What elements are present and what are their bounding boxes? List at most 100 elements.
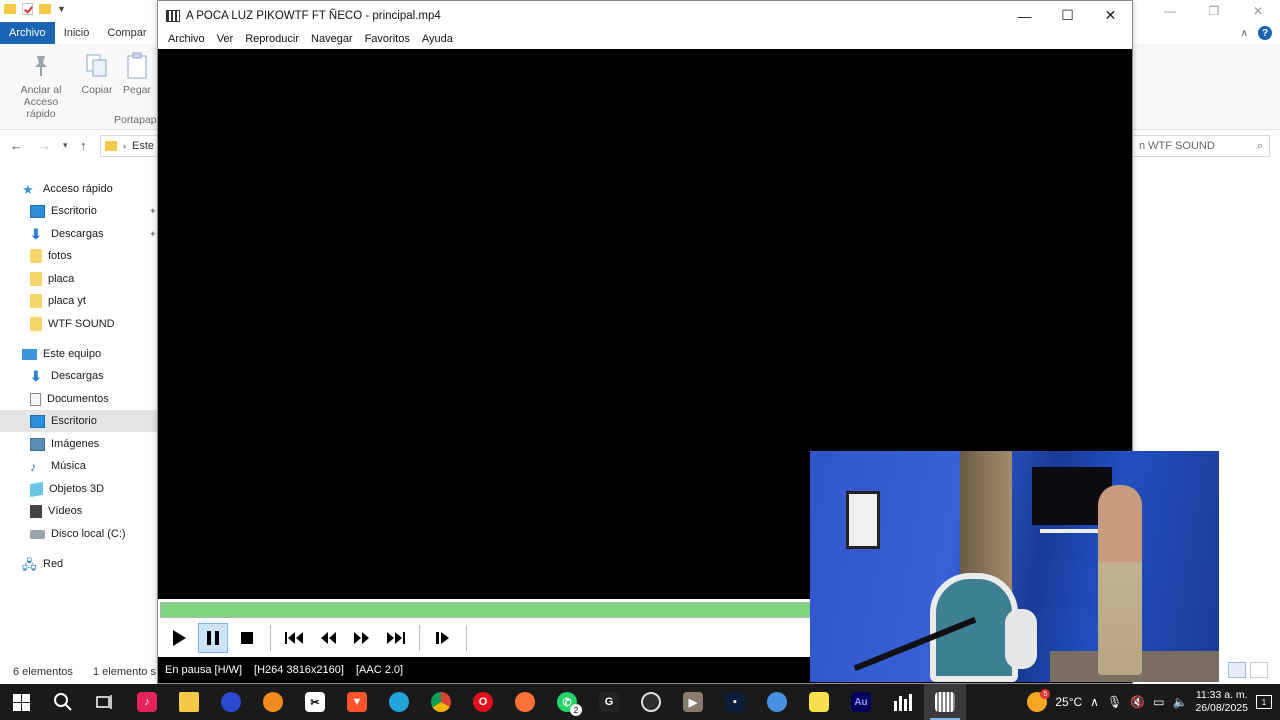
taskbar-app-media-player[interactable] [924,684,966,720]
weather-badge: 5 [1040,689,1051,699]
taskbar-app-fl-studio[interactable] [252,684,294,720]
taskbar-app-opera[interactable]: O [462,684,504,720]
taskbar-app-obs[interactable] [630,684,672,720]
large-icons-view-icon[interactable] [1250,662,1268,678]
nav-folder-fotos[interactable]: fotos [30,245,72,267]
taskbar-app-whatsapp[interactable]: ✆ 2 [546,684,588,720]
taskbar-app-firefox-dev[interactable] [210,684,252,720]
up-arrow-icon[interactable]: ↑ [80,138,87,153]
sticky-notes-icon [809,692,829,712]
brave-icon: ▼ [347,692,367,712]
minimize-icon[interactable]: — [1003,1,1046,30]
taskbar-app-file-explorer[interactable] [168,684,210,720]
taskbar-app-arc[interactable]: G [588,684,630,720]
taskbar-app-dark[interactable]: ▪ [714,684,756,720]
search-input[interactable]: n WTF SOUND ⌕ [1132,135,1270,157]
frame-step-button[interactable] [428,623,458,653]
nav-folder-wtf-sound[interactable]: WTF SOUND [30,313,115,335]
taskbar-app-sticky-notes[interactable] [798,684,840,720]
tab-inicio[interactable]: Inicio [55,22,99,44]
nav-pc-downloads[interactable]: ⬇ Descargas [30,365,104,387]
restore-icon[interactable]: ❐ [1192,0,1236,22]
nav-music[interactable]: ♪ Música [30,455,86,477]
cube-icon [30,481,43,497]
menu-archivo[interactable]: Archivo [162,30,211,49]
nav-downloads-pinned[interactable]: ⬇ Descargas [30,223,104,245]
close-icon[interactable]: ✕ [1089,1,1132,30]
pause-button[interactable] [198,622,228,653]
play-button[interactable] [164,623,194,653]
app-icon: ▪ [725,692,745,712]
nav-label: Música [51,460,86,472]
nav-documents[interactable]: Documentos [30,388,109,410]
rewind-button[interactable] [313,623,343,653]
tab-archivo[interactable]: Archivo [0,22,55,44]
network-icon[interactable]: ▭ [1153,695,1164,709]
nav-videos[interactable]: Vídeos [30,500,82,522]
nav-label: WTF SOUND [48,318,115,330]
help-icon[interactable]: ? [1258,26,1272,40]
taskbar-app-tiktok[interactable]: ♪ [126,684,168,720]
speaker-icon[interactable]: 🔈 [1172,695,1187,709]
clock[interactable]: 11:33 a. m. 26/08/2025 [1195,689,1248,715]
stop-button[interactable] [232,623,262,653]
nav-folder-placa[interactable]: placa [30,268,74,290]
start-button[interactable] [0,684,42,720]
next-button[interactable] [381,623,411,653]
search-button[interactable] [42,684,84,720]
taskbar-app-chrome[interactable] [420,684,462,720]
customize-qat-icon[interactable]: ▼ [57,4,66,14]
nav-3d-objects[interactable]: Objetos 3D [30,478,104,500]
film-clapper-icon [935,692,955,712]
taskbar-app-globe[interactable] [756,684,798,720]
collapse-ribbon-icon[interactable]: ∧ [1241,28,1248,39]
previous-button[interactable] [279,623,309,653]
address-field[interactable]: › Este [100,135,160,157]
nav-images[interactable]: Imágenes [30,433,99,455]
chevron-up-icon[interactable]: ∧ [1090,695,1099,709]
document-icon [30,392,41,406]
temperature[interactable]: 25°C [1055,695,1082,709]
taskbar-app-edge[interactable] [378,684,420,720]
maximize-icon[interactable]: ☐ [1046,1,1089,30]
copy-button[interactable]: Copiar [80,52,114,96]
recent-locations-icon[interactable]: ▾ [63,140,68,151]
pin-quick-access-button[interactable]: Anclar al Acceso rápido [8,52,74,120]
forward-arrow-icon[interactable]: → [38,138,51,153]
volume-muted-icon[interactable]: 🔇 [1130,695,1145,709]
menu-reproducir[interactable]: Reproducir [239,30,305,49]
fast-forward-button[interactable] [347,623,377,653]
nav-network[interactable]: 🖧 Red [22,553,63,575]
weather-icon[interactable]: 5 [1027,689,1051,712]
tab-compartir[interactable]: Compar [98,22,155,44]
back-arrow-icon[interactable]: ← [10,138,23,153]
taskbar-app-audition[interactable]: Au [840,684,882,720]
menu-ayuda[interactable]: Ayuda [416,30,459,49]
taskbar-app-media[interactable]: ▶ [672,684,714,720]
new-folder-icon[interactable] [39,4,51,14]
nav-quick-access[interactable]: ★ Acceso rápido [22,178,113,200]
nav-label: Descargas [51,228,104,240]
taskbar-app-audio-meter[interactable] [882,684,924,720]
menu-favoritos[interactable]: Favoritos [359,30,416,49]
taskbar-app-firefox[interactable] [504,684,546,720]
nav-desktop-pinned[interactable]: Escritorio [30,200,97,222]
nav-pc-desktop[interactable]: Escritorio [0,410,158,432]
menu-ver[interactable]: Ver [211,30,240,49]
microphone-icon[interactable]: 🎙 [1107,695,1122,709]
minimize-icon[interactable]: — [1148,0,1192,22]
item-count: 6 elementos [13,666,73,678]
nav-this-pc[interactable]: Este equipo [22,343,101,365]
taskbar-app-capcut[interactable]: ✂ [294,684,336,720]
details-view-icon[interactable] [1228,662,1246,678]
folder-icon[interactable] [4,4,16,14]
paste-button[interactable]: Pegar [120,52,154,96]
nav-folder-placa-yt[interactable]: placa yt [30,290,86,312]
taskbar-app-brave[interactable]: ▼ [336,684,378,720]
notifications-icon[interactable]: 1 [1256,695,1272,709]
nav-local-disk[interactable]: Disco local (C:) [30,523,126,545]
properties-icon[interactable] [22,3,33,15]
task-view-button[interactable] [84,684,126,720]
menu-navegar[interactable]: Navegar [305,30,359,49]
close-icon[interactable]: ✕ [1236,0,1280,22]
